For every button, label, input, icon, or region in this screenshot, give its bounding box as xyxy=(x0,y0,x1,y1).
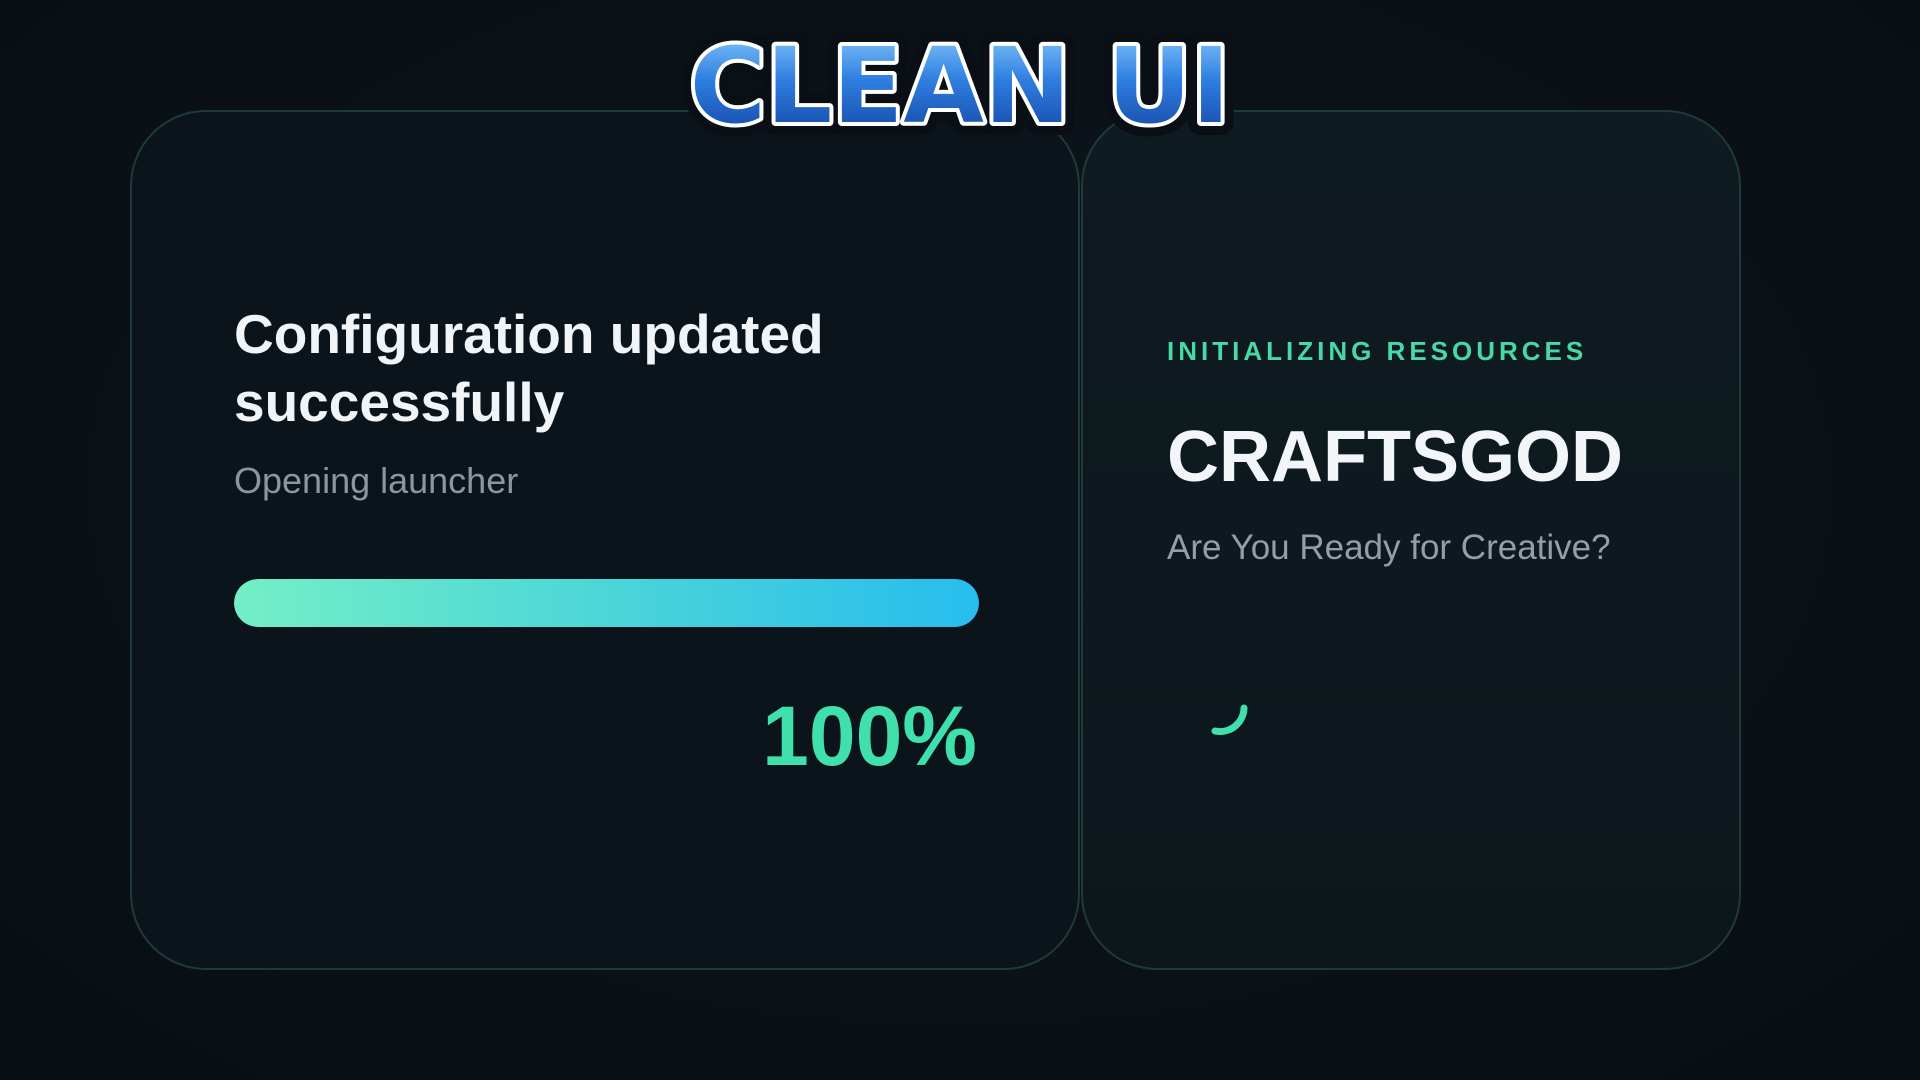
progress-bar xyxy=(234,579,979,627)
tagline: Are You Ready for Creative? xyxy=(1167,528,1611,567)
status-card: Configuration updated successfully Openi… xyxy=(130,110,1080,970)
progress-percent: 100% xyxy=(762,689,977,783)
status-subtitle: Opening launcher xyxy=(234,460,519,501)
brand-name: CRAFTSGOD xyxy=(1167,417,1623,497)
banner-text: CLEAN UI xyxy=(690,25,1231,142)
loading-spinner-icon xyxy=(1211,704,1248,735)
loading-eyebrow: INITIALIZING RESOURCES xyxy=(1167,336,1588,366)
status-title: Configuration updated successfully xyxy=(234,303,824,433)
progress-bar-fill xyxy=(234,579,979,627)
loading-screen: Configuration updated successfully Openi… xyxy=(0,0,1920,1080)
clean-ui-banner: CLEAN UI CLEAN UI xyxy=(677,22,1244,142)
splash-card: INITIALIZING RESOURCES CRAFTSGOD Are You… xyxy=(1081,110,1741,970)
